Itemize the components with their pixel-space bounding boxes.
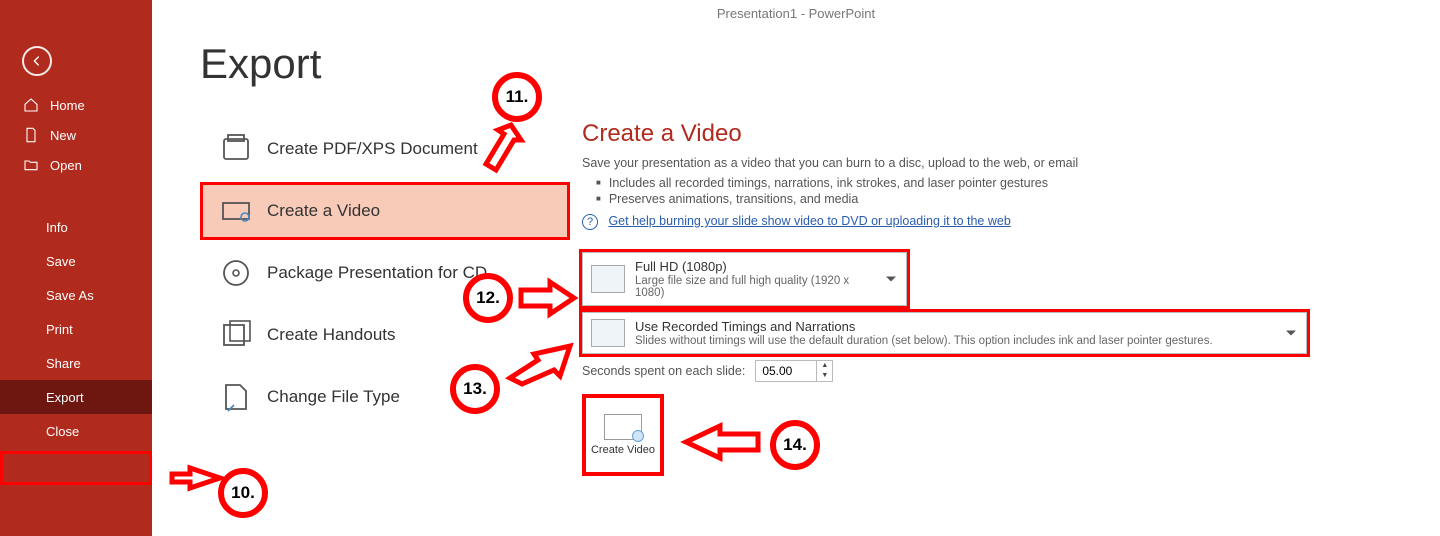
detail-title: Create a Video	[582, 120, 1420, 148]
main-content: Export Create PDF/XPS Document Create a …	[200, 40, 1420, 536]
export-opt-label: Package Presentation for CD	[267, 263, 487, 283]
sidebar-item-info[interactable]: Info	[0, 210, 152, 244]
create-video-button-label: Create Video	[591, 444, 655, 456]
sidebar-item-label: Info	[46, 220, 68, 235]
sidebar-item-save[interactable]: Save	[0, 244, 152, 278]
seconds-label: Seconds spent on each slide:	[582, 364, 745, 378]
folder-open-icon	[22, 156, 40, 174]
chevron-down-icon	[886, 277, 896, 282]
sidebar-item-save-as[interactable]: Save As	[0, 278, 152, 312]
detail-bullet: Preserves animations, transitions, and m…	[596, 192, 1420, 206]
backstage-sidebar: Home New Open Info Save Save As Print Sh…	[0, 0, 152, 536]
timings-icon	[591, 319, 625, 347]
sidebar-top-group: Home New Open	[0, 90, 152, 180]
spinner-up-icon[interactable]: ▲	[817, 361, 832, 371]
timings-sub: Slides without timings will use the defa…	[635, 335, 1272, 347]
export-opt-pdf[interactable]: Create PDF/XPS Document	[200, 120, 570, 178]
spinner-buttons[interactable]: ▲ ▼	[816, 361, 832, 381]
sidebar-item-label: Share	[46, 356, 81, 371]
pdf-icon	[215, 128, 257, 170]
export-opt-label: Change File Type	[267, 387, 400, 407]
window-title: Presentation1 - PowerPoint	[152, 0, 1440, 28]
video-icon	[215, 190, 257, 232]
home-icon	[22, 96, 40, 114]
export-opt-label: Create a Video	[267, 201, 380, 221]
timings-dropdown[interactable]: Use Recorded Timings and Narrations Slid…	[582, 312, 1307, 354]
export-opt-filetype[interactable]: Change File Type	[200, 368, 570, 426]
sidebar-item-label: Home	[50, 98, 85, 113]
chevron-down-icon	[1286, 331, 1296, 336]
export-opt-cd[interactable]: Package Presentation for CD	[200, 244, 570, 302]
sidebar-item-new[interactable]: New	[0, 120, 152, 150]
sidebar-item-label: New	[50, 128, 76, 143]
arrow-left-icon	[29, 53, 45, 69]
seconds-row: Seconds spent on each slide: ▲ ▼	[582, 360, 1420, 382]
sidebar-item-label: Save As	[46, 288, 94, 303]
cd-icon	[215, 252, 257, 294]
spinner-down-icon[interactable]: ▼	[817, 371, 832, 381]
sidebar-item-share[interactable]: Share	[0, 346, 152, 380]
detail-subtitle: Save your presentation as a video that y…	[582, 156, 1420, 170]
timings-title: Use Recorded Timings and Narrations	[635, 319, 1272, 334]
annotation-highlight-export	[0, 451, 152, 485]
dropdown-group: Full HD (1080p) Large file size and full…	[582, 252, 1420, 476]
sidebar-item-label: Close	[46, 424, 79, 439]
create-video-button[interactable]: Create Video	[582, 394, 664, 476]
monitor-icon	[591, 265, 625, 293]
sidebar-item-label: Print	[46, 322, 73, 337]
page-title: Export	[200, 40, 1420, 88]
export-opt-video[interactable]: Create a Video	[200, 182, 570, 240]
export-options-list: Create PDF/XPS Document Create a Video P…	[200, 120, 570, 430]
help-link[interactable]: Get help burning your slide show video t…	[608, 214, 1010, 228]
detail-bullet: Includes all recorded timings, narration…	[596, 176, 1420, 190]
sidebar-item-export[interactable]: Export	[0, 380, 152, 414]
sidebar-item-home[interactable]: Home	[0, 90, 152, 120]
sidebar-item-open[interactable]: Open	[0, 150, 152, 180]
detail-bullets: Includes all recorded timings, narration…	[596, 176, 1420, 206]
change-file-type-icon	[215, 376, 257, 418]
export-opt-label: Create Handouts	[267, 325, 396, 345]
seconds-spinner[interactable]: ▲ ▼	[755, 360, 833, 382]
sidebar-item-label: Export	[46, 390, 84, 405]
quality-dropdown[interactable]: Full HD (1080p) Large file size and full…	[582, 252, 907, 306]
back-button[interactable]	[22, 46, 52, 76]
create-video-button-icon	[604, 414, 642, 440]
sidebar-lower-group: Info Save Save As Print Share Export Clo…	[0, 210, 152, 448]
handouts-icon	[215, 314, 257, 356]
window-title-text: Presentation1 - PowerPoint	[717, 6, 875, 21]
help-icon: ?	[582, 214, 598, 230]
quality-title: Full HD (1080p)	[635, 259, 872, 274]
sidebar-item-label: Open	[50, 158, 82, 173]
sidebar-item-label: Save	[46, 254, 76, 269]
export-opt-label: Create PDF/XPS Document	[267, 139, 478, 159]
detail-pane: Create a Video Save your presentation as…	[582, 120, 1420, 476]
quality-sub: Large file size and full high quality (1…	[635, 275, 872, 299]
sidebar-item-close[interactable]: Close	[0, 414, 152, 448]
sidebar-item-print[interactable]: Print	[0, 312, 152, 346]
seconds-input[interactable]	[756, 362, 816, 380]
document-icon	[22, 126, 40, 144]
export-opt-handouts[interactable]: Create Handouts	[200, 306, 570, 364]
